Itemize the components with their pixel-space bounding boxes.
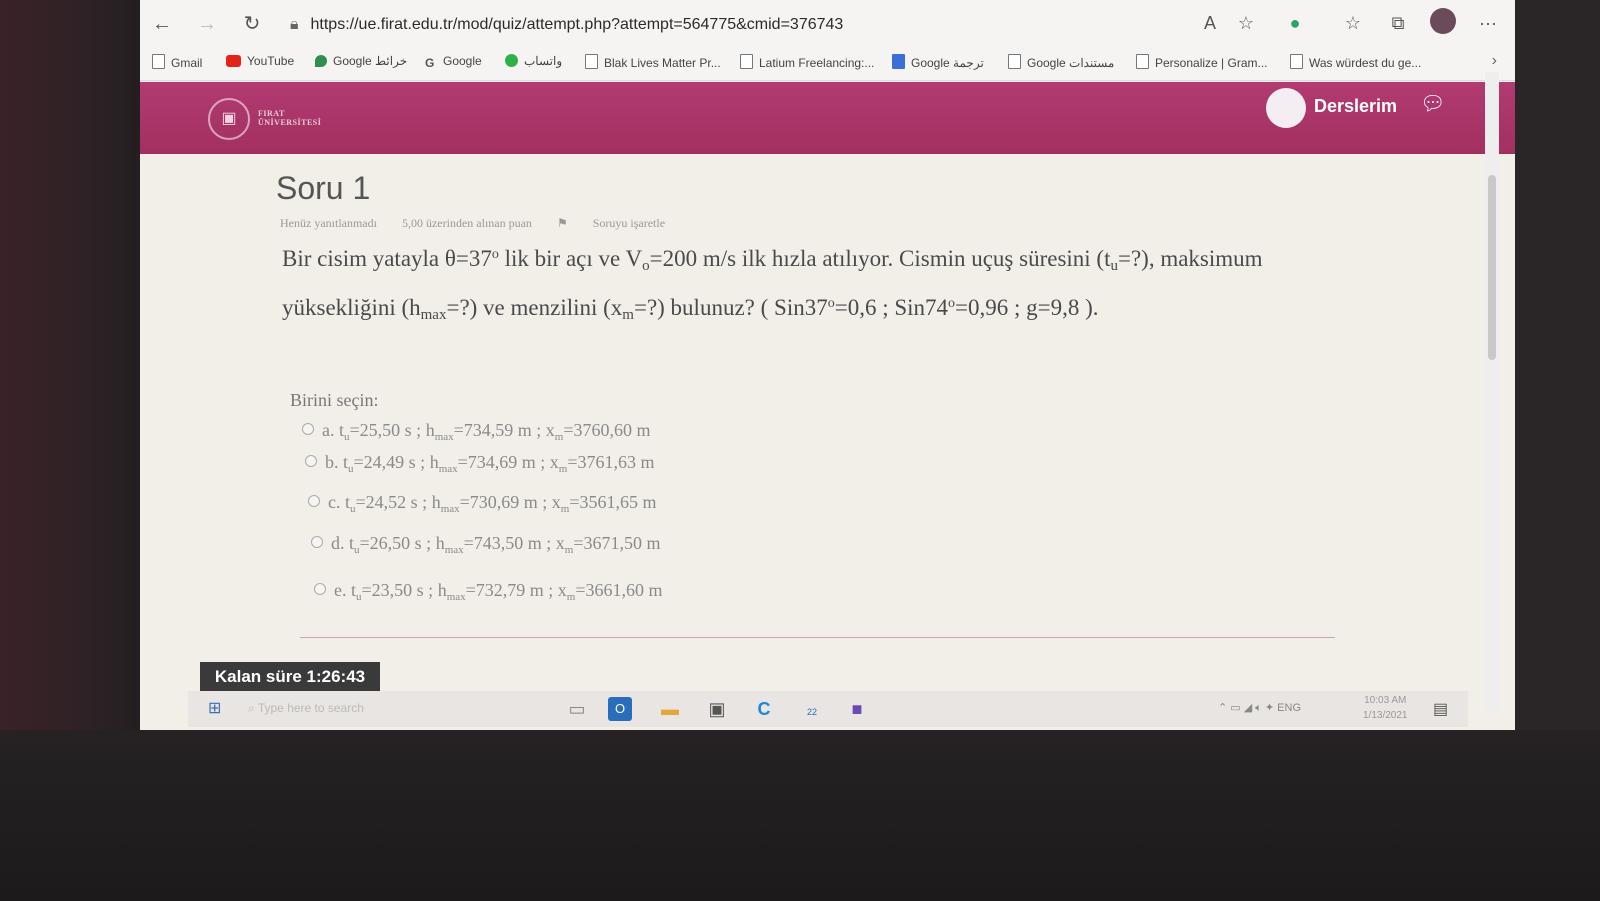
- file-explorer-icon[interactable]: ▬: [656, 695, 684, 723]
- notification-icon[interactable]: ▤: [1433, 699, 1448, 719]
- bookmarks-bar: Gmail YouTube Google خرائط G Google واتسا…: [140, 46, 1515, 81]
- whatsapp-icon: [505, 54, 518, 67]
- collections-icon[interactable]: ⧉: [1385, 10, 1411, 36]
- youtube-icon: [226, 55, 241, 67]
- system-tray[interactable]: ⌃ ▭ ◢ 🔈︎ ✦ ENG: [1218, 701, 1301, 715]
- radio-button[interactable]: [305, 455, 317, 467]
- back-icon[interactable]: ←: [150, 12, 174, 36]
- bookmark-google-docs[interactable]: Google مستندات: [1008, 54, 1114, 70]
- language-indicator[interactable]: ENG: [1277, 702, 1301, 714]
- bookmark-google[interactable]: G Google: [425, 54, 482, 70]
- bookmark-whatsapp[interactable]: واتساب: [505, 54, 562, 68]
- translate-icon: [892, 54, 905, 69]
- flag-icon: ⚑: [556, 216, 571, 230]
- monitor-bezel-bottom: [0, 730, 1600, 901]
- page-icon: [152, 54, 165, 69]
- forward-icon[interactable]: →: [195, 12, 219, 36]
- screen: ← → ↻ 🔒︎ https://ue.firat.edu.tr/mod/quiz…: [140, 0, 1515, 730]
- address-bar[interactable]: 🔒︎ https://ue.firat.edu.tr/mod/quiz/attem…: [290, 12, 1190, 38]
- bookmark-was-wurdest[interactable]: Was würdest du ge...: [1290, 54, 1421, 70]
- windows-start-icon[interactable]: ⊞: [208, 701, 224, 717]
- bookmark-youtube[interactable]: YouTube: [226, 54, 294, 68]
- radio-button[interactable]: [308, 495, 320, 507]
- mail-icon[interactable]: 22: [798, 695, 826, 723]
- bookmark-google-translate[interactable]: Google ترجمة: [892, 54, 984, 70]
- edge-browser-icon[interactable]: C: [750, 695, 778, 723]
- outlook-icon[interactable]: O: [608, 697, 632, 721]
- bookmark-latium[interactable]: Latium Freelancing:...: [740, 54, 874, 70]
- scrollbar-track[interactable]: [1485, 72, 1499, 712]
- chevron-right-icon[interactable]: ›: [1492, 52, 1497, 70]
- answer-option-d[interactable]: d. tu=26,50 s ; hmax=743,50 m ; xm=3671,…: [311, 533, 661, 556]
- radio-button[interactable]: [311, 536, 323, 548]
- bookmark-gmail[interactable]: Gmail: [152, 54, 202, 70]
- user-avatar[interactable]: [1266, 88, 1306, 128]
- page-icon: [585, 54, 598, 69]
- nav-derslerim[interactable]: Derslerim: [1314, 96, 1397, 117]
- page-icon: [1008, 54, 1021, 69]
- bookmark-personalize[interactable]: Personalize | Gram...: [1136, 54, 1268, 70]
- task-view-icon[interactable]: ▭: [563, 695, 591, 723]
- read-aloud-icon[interactable]: A: [1197, 10, 1223, 36]
- answer-option-b[interactable]: b. tu=24,49 s ; hmax=734,69 m ; xm=3761,…: [305, 452, 655, 475]
- answer-option-e[interactable]: e. tu=23,50 s ; hmax=732,79 m ; xm=3661,…: [314, 580, 663, 603]
- profile-avatar-icon[interactable]: [1430, 8, 1456, 34]
- bookmark-google-maps[interactable]: Google خرائط: [315, 54, 407, 68]
- lock-icon: 🔒︎: [290, 16, 299, 33]
- mail-badge: 22: [806, 707, 817, 717]
- question-text: Bir cisim yatayla θ=37o lik bir açı ve V…: [282, 246, 1263, 323]
- site-header: ▣ FIRAT ÜNİVERSİTESİ: [140, 82, 1515, 154]
- google-icon: G: [425, 56, 435, 70]
- university-logo-icon[interactable]: ▣: [208, 98, 250, 140]
- scrollbar-thumb[interactable]: [1488, 175, 1496, 360]
- divider: [300, 637, 1335, 638]
- page-icon: [1136, 54, 1149, 69]
- question-meta: Henüz yanıtlanmadı 5,00 üzerinden alınan…: [280, 216, 709, 231]
- question-title: Soru 1: [276, 170, 371, 206]
- favorite-star-icon[interactable]: ☆: [1233, 10, 1259, 36]
- store-icon[interactable]: ▣: [703, 695, 731, 723]
- answer-option-a[interactable]: a. tu=25,50 s ; hmax=734,59 m ; xm=3760,…: [302, 420, 651, 443]
- refresh-icon[interactable]: ↻: [240, 12, 264, 36]
- time-remaining: Kalan süre 1:26:43: [200, 662, 380, 692]
- url-text: https://ue.firat.edu.tr/mod/quiz/attempt…: [310, 16, 844, 33]
- chat-bubble-icon[interactable]: 💬︎: [1420, 93, 1445, 115]
- logo-text: FIRAT ÜNİVERSİTESİ: [258, 109, 322, 127]
- browser-toolbar: ← → ↻ 🔒︎ https://ue.firat.edu.tr/mod/quiz…: [140, 0, 1515, 46]
- map-pin-icon: [315, 55, 327, 67]
- radio-button[interactable]: [302, 423, 314, 435]
- page-icon: [740, 54, 753, 69]
- app-icon[interactable]: ■: [843, 695, 871, 723]
- more-menu-icon[interactable]: ···: [1475, 10, 1501, 36]
- choose-label: Birini seçin:: [290, 390, 379, 410]
- windows-taskbar: ⊞ ⌕ Type here to search ▭ O ▬ ▣ C 22 ■ ⌃…: [188, 691, 1468, 727]
- taskbar-search[interactable]: ⌕ Type here to search: [248, 701, 364, 716]
- clock[interactable]: 10:03 AM 1/13/2021: [1363, 693, 1408, 723]
- extension-icon[interactable]: ●: [1282, 10, 1308, 36]
- flag-question-link[interactable]: ⚑ Soruyu işaretle: [557, 216, 687, 230]
- question-status: Henüz yanıtlanmadı: [280, 216, 377, 230]
- search-icon: ⌕: [248, 701, 258, 715]
- bookmark-blm[interactable]: Blak Lives Matter Pr...: [585, 54, 721, 70]
- answer-option-c[interactable]: c. tu=24,52 s ; hmax=730,69 m ; xm=3561,…: [308, 492, 657, 515]
- question-points: 5,00 üzerinden alınan puan: [401, 216, 532, 230]
- radio-button[interactable]: [314, 583, 326, 595]
- page-icon: [1290, 54, 1303, 69]
- favorites-icon[interactable]: ☆: [1340, 10, 1366, 36]
